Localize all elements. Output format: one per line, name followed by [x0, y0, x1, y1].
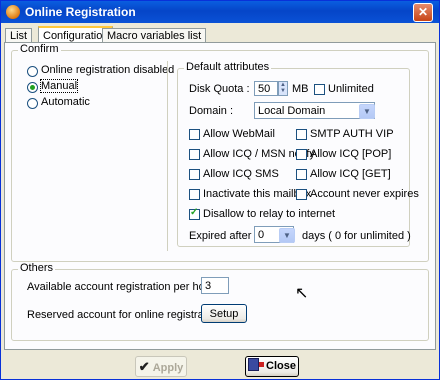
radio-registration-disabled-label[interactable]: Online registration disabled — [41, 64, 174, 76]
disallow-relay-label[interactable]: Disallow to relay to internet — [203, 208, 335, 220]
domain-label: Domain : — [189, 105, 234, 117]
domain-select[interactable]: Local Domain — [254, 102, 375, 119]
allow-icq-get-label[interactable]: Allow ICQ [GET] — [310, 168, 391, 180]
checkmark-icon: ✔ — [138, 359, 150, 374]
reserved-account-label: Reserved account for online registration — [27, 309, 222, 321]
allow-icq-pop-checkbox[interactable] — [296, 149, 307, 160]
door-exit-icon — [247, 358, 264, 371]
window-title: Online Registration — [25, 5, 136, 19]
allow-icq-sms-label[interactable]: Allow ICQ SMS — [203, 168, 279, 180]
smtp-auth-vip-checkbox[interactable] — [296, 129, 307, 140]
confirm-legend: Confirm — [18, 43, 61, 55]
domain-select-value: Local Domain — [258, 105, 326, 117]
radio-manual-label[interactable]: Manual — [39, 79, 79, 93]
allow-webmail-label[interactable]: Allow WebMail — [203, 128, 275, 140]
disk-quota-spinner[interactable]: ▲ ▼ — [278, 81, 288, 96]
mouse-cursor-icon: ↖ — [295, 285, 309, 302]
expired-after-label: Expired after — [189, 230, 252, 242]
allow-icq-sms-checkbox[interactable] — [189, 169, 200, 180]
close-label: Close — [266, 360, 297, 372]
account-never-expires-checkbox[interactable] — [296, 189, 307, 200]
app-globe-icon — [6, 5, 20, 19]
confirm-group: Confirm Online registration disabled Man… — [11, 43, 429, 262]
radio-automatic[interactable] — [27, 98, 38, 109]
allow-icq-msn-checkbox[interactable] — [189, 149, 200, 160]
per-hour-input[interactable]: 3 — [201, 277, 229, 294]
setup-button[interactable]: Setup — [201, 304, 247, 323]
apply-label: Apply — [152, 362, 184, 374]
door-arrow-icon — [258, 362, 264, 367]
spin-down-icon[interactable]: ▼ — [279, 88, 287, 94]
radio-manual[interactable] — [27, 82, 38, 93]
expired-after-suffix: days ( 0 for unlimited ) — [302, 230, 411, 242]
close-button[interactable]: Close — [245, 356, 299, 377]
per-hour-label: Available account registration per hour … — [27, 281, 221, 293]
others-group: Others Available account registration pe… — [11, 262, 429, 341]
disk-quota-input[interactable]: 50 — [254, 81, 278, 96]
unlimited-label[interactable]: Unlimited — [328, 83, 374, 95]
default-attributes-group: Default attributes Disk Quota : 50 ▲ ▼ M… — [177, 61, 419, 247]
disallow-relay-checkbox[interactable] — [189, 207, 200, 220]
account-never-expires-label[interactable]: Account never expires — [310, 188, 419, 200]
disk-quota-unit: MB — [292, 83, 309, 95]
allow-icq-get-checkbox[interactable] — [296, 169, 307, 180]
window: Online Registration ✕ List Configuration… — [0, 0, 440, 380]
chevron-down-icon[interactable]: ▼ — [279, 228, 295, 243]
inactivate-mailbox-label[interactable]: Inactivate this mailbox — [203, 188, 311, 200]
default-attributes-legend: Default attributes — [184, 61, 272, 73]
expired-after-value: 0 — [258, 229, 265, 241]
disk-quota-label: Disk Quota : — [189, 83, 250, 95]
vertical-divider — [167, 61, 168, 251]
chevron-down-icon[interactable]: ▼ — [359, 104, 375, 119]
unlimited-checkbox[interactable] — [314, 84, 325, 95]
radio-registration-disabled[interactable] — [27, 66, 38, 77]
others-legend: Others — [18, 262, 56, 274]
apply-button[interactable]: ✔ Apply — [135, 356, 187, 377]
configuration-panel: Confirm Online registration disabled Man… — [4, 42, 436, 350]
inactivate-mailbox-checkbox[interactable] — [189, 189, 200, 200]
radio-automatic-label[interactable]: Automatic — [41, 96, 90, 108]
close-window-button[interactable]: ✕ — [413, 3, 433, 22]
smtp-auth-vip-label[interactable]: SMTP AUTH VIP — [310, 128, 394, 140]
allow-icq-pop-label[interactable]: Allow ICQ [POP] — [310, 148, 391, 160]
title-bar[interactable]: Online Registration ✕ — [1, 1, 439, 23]
allow-webmail-checkbox[interactable] — [189, 129, 200, 140]
